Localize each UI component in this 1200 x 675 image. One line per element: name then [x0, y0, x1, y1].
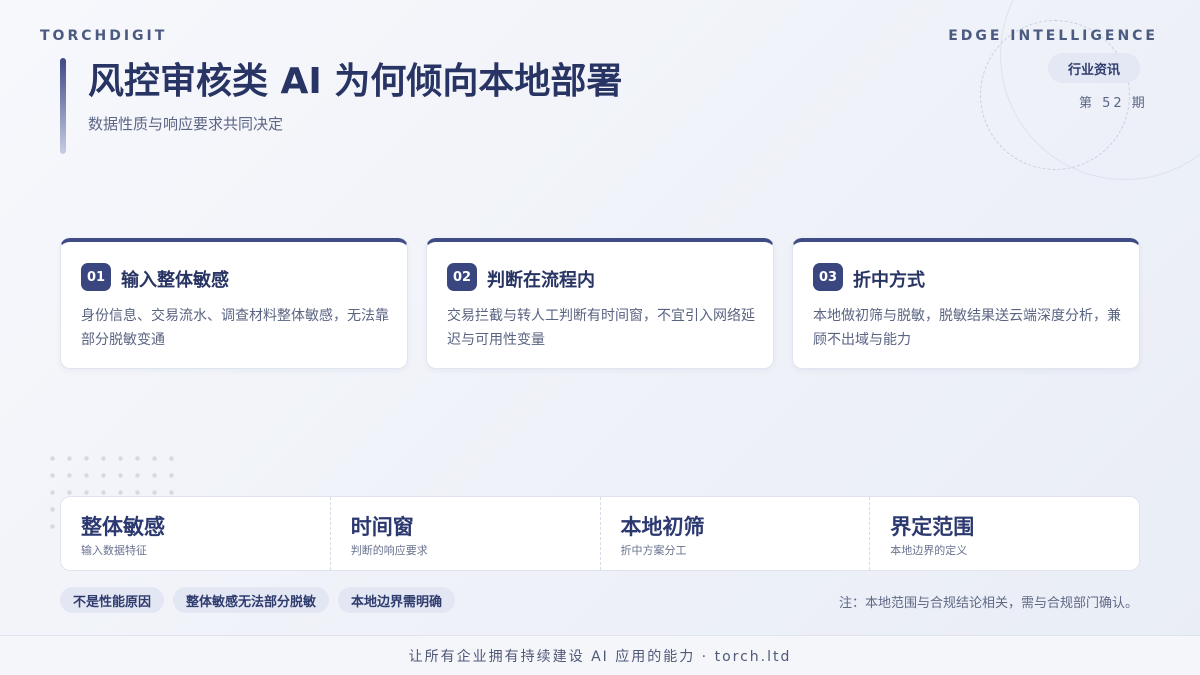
category-badge: 行业资讯: [1048, 53, 1140, 83]
footer-slogan: 让所有企业拥有持续建设 AI 应用的能力 · torch.ltd: [0, 635, 1200, 675]
summary-stats-bar: 整体敏感 输入数据特征 时间窗 判断的响应要求 本地初筛 折中方案分工 界定范围…: [60, 496, 1140, 571]
card-number-badge: 01: [81, 263, 111, 291]
brand-tagline: EDGE INTELLIGENCE: [948, 28, 1158, 44]
card-number-badge: 02: [447, 263, 477, 291]
stat-value: 时间窗: [350, 515, 414, 539]
stat-label: 判断的响应要求: [350, 544, 428, 557]
card-title: 判断在流程内: [487, 270, 595, 291]
stat-value: 界定范围: [890, 515, 975, 539]
issue-number: 第 52 期: [1079, 96, 1148, 111]
stat-value: 整体敏感: [81, 515, 165, 539]
reason-card-3: 03 折中方式 本地做初筛与脱敏，脱敏结果送云端深度分析，兼顾不出域与能力: [792, 238, 1140, 369]
card-text: 交易拦截与转人工判断有时间窗，不宜引入网络延迟与可用性变量: [447, 308, 755, 348]
stat-label: 输入数据特征: [81, 544, 147, 557]
title-accent-bar: [60, 58, 66, 154]
card-text: 身份信息、交易流水、调查材料整体敏感，无法靠部分脱敏变通: [81, 308, 389, 348]
card-title: 折中方式: [853, 270, 925, 291]
page-title: 风控审核类 AI 为何倾向本地部署: [88, 61, 623, 102]
brand-logo-text: TORCHDIGIT: [40, 28, 168, 44]
stat-item: 界定范围 本地边界的定义: [870, 497, 1139, 570]
tag-pill: 本地边界需明确: [338, 587, 456, 613]
page-subtitle: 数据性质与响应要求共同决定: [88, 115, 284, 133]
stat-label: 折中方案分工: [620, 544, 687, 557]
card-title: 输入整体敏感: [121, 270, 229, 291]
card-number-badge: 03: [813, 263, 843, 291]
stat-value: 本地初筛: [620, 515, 705, 539]
stat-item: 整体敏感 输入数据特征: [61, 497, 331, 570]
tag-list: 不是性能原因 整体敏感无法部分脱敏 本地边界需明确: [60, 587, 456, 613]
tag-pill: 整体敏感无法部分脱敏: [173, 587, 330, 613]
reason-card-1: 01 输入整体敏感 身份信息、交易流水、调查材料整体敏感，无法靠部分脱敏变通: [60, 238, 408, 369]
stat-label: 本地边界的定义: [890, 544, 968, 557]
reason-card-2: 02 判断在流程内 交易拦截与转人工判断有时间窗，不宜引入网络延迟与可用性变量: [426, 238, 774, 369]
stat-item: 时间窗 判断的响应要求: [331, 497, 601, 570]
card-text: 本地做初筛与脱敏，脱敏结果送云端深度分析，兼顾不出域与能力: [813, 308, 1121, 348]
footnote: 注：本地范围与合规结论相关，需与合规部门确认。: [838, 596, 1138, 611]
tag-pill: 不是性能原因: [60, 587, 165, 613]
stat-item: 本地初筛 折中方案分工: [601, 497, 871, 570]
